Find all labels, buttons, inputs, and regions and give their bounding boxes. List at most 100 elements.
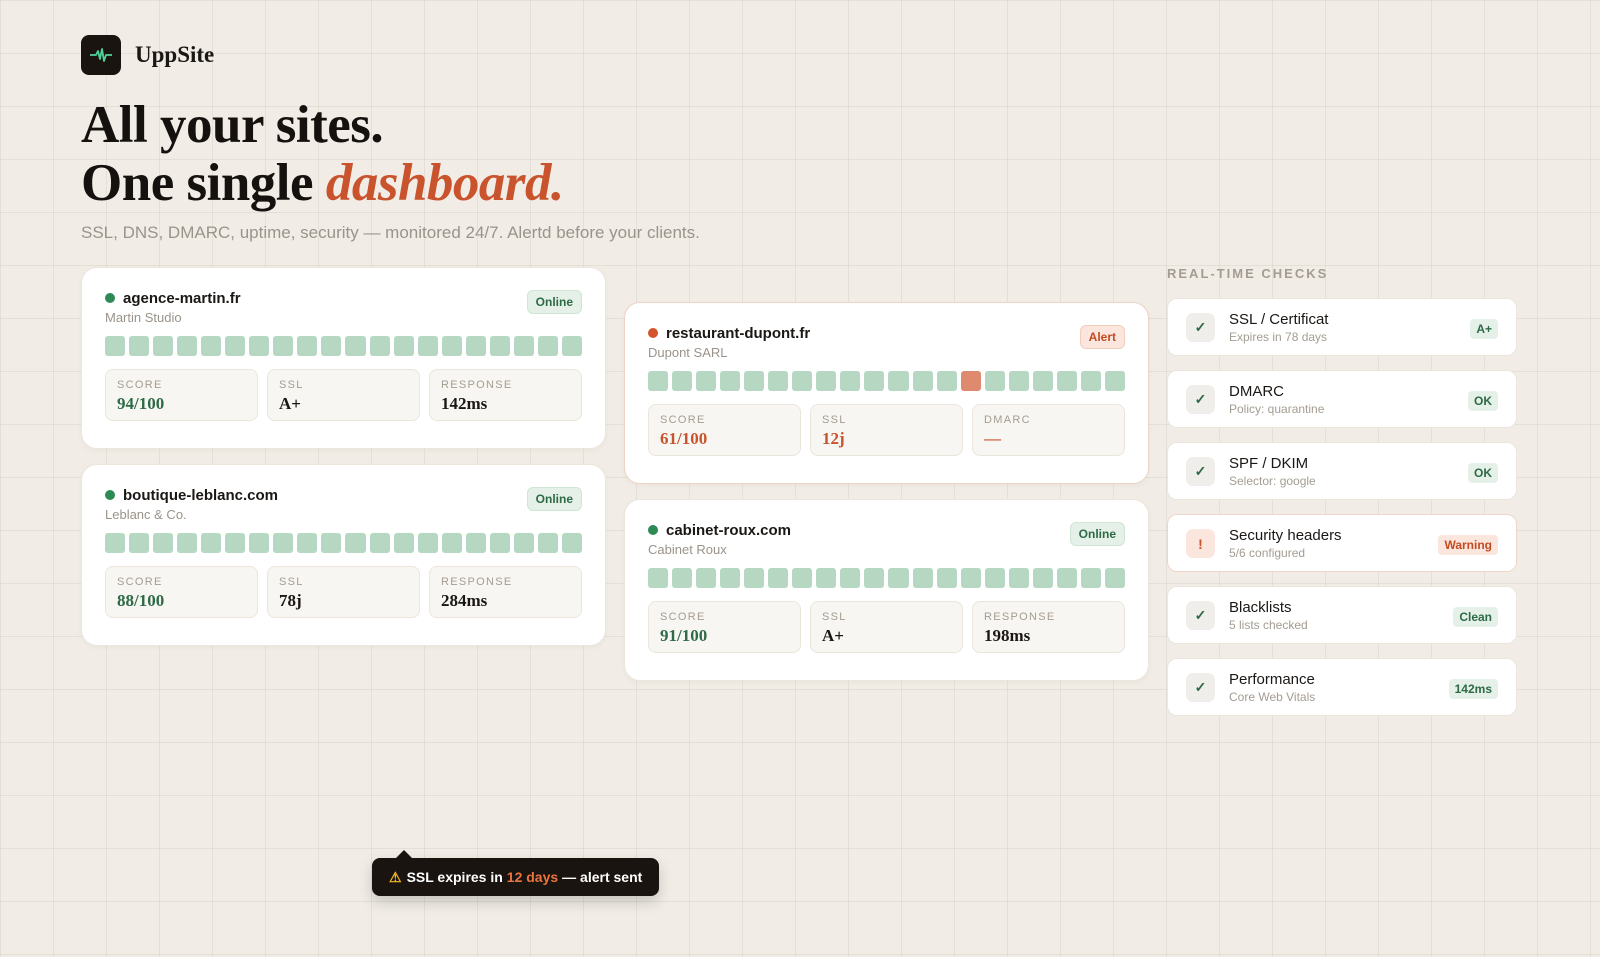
status-dot xyxy=(105,489,115,500)
stat-dmarc: DMARC — xyxy=(972,404,1125,456)
uptime-bar xyxy=(672,371,693,391)
check-row-blacklists[interactable]: ✓ Blacklists 5 lists checked Clean xyxy=(1167,586,1517,644)
check-name: SSL / Certificat xyxy=(1229,311,1329,328)
uptime-bar xyxy=(1032,568,1053,588)
check-icon: ✓ xyxy=(1186,601,1215,630)
uptime-bar xyxy=(912,371,933,391)
uptime-bar xyxy=(888,568,909,588)
uptime-bar xyxy=(393,336,414,356)
site-domain: cabinet-roux.com xyxy=(666,522,792,539)
uptime-bar xyxy=(441,336,462,356)
pulse-icon xyxy=(81,35,121,75)
check-icon: ✓ xyxy=(1186,313,1215,342)
check-badge: Warning xyxy=(1438,535,1498,555)
alert-toast[interactable]: ⚠ SSL expires in 12 days — alert sent xyxy=(372,850,660,896)
stat-score: SCORE 94/100 xyxy=(105,369,258,421)
uptime-bar xyxy=(321,336,342,356)
toast-suffix: — alert sent xyxy=(562,869,643,885)
check-row-security-headers[interactable]: ! Security headers 5/6 configured Warnin… xyxy=(1167,514,1517,572)
uptime-bar xyxy=(537,533,558,553)
uptime-bars xyxy=(648,568,1125,588)
status-dot xyxy=(648,327,658,338)
check-name: DMARC xyxy=(1229,383,1284,400)
site-domain: boutique-leblanc.com xyxy=(123,487,279,504)
uptime-bar xyxy=(1056,371,1077,391)
uptime-bar xyxy=(840,568,861,588)
toast-prefix: SSL expires in xyxy=(406,869,503,885)
check-badge: OK xyxy=(1468,463,1498,483)
check-row-performance[interactable]: ✓ Performance Core Web Vitals 142ms xyxy=(1167,658,1517,716)
uptime-bar xyxy=(984,371,1005,391)
site-company: Cabinet Roux xyxy=(648,542,727,557)
uptime-bar xyxy=(153,336,174,356)
stat-ssl: SSL 12j xyxy=(810,404,963,456)
uptime-bar xyxy=(129,336,150,356)
uptime-bar xyxy=(489,533,510,553)
uptime-bar xyxy=(720,568,741,588)
uptime-bar xyxy=(1104,568,1125,588)
uptime-bar xyxy=(537,336,558,356)
exclamation-icon: ! xyxy=(1186,529,1215,558)
check-sub: Policy: quarantine xyxy=(1229,402,1325,416)
uptime-bar xyxy=(513,336,534,356)
uptime-bar xyxy=(984,568,1005,588)
stat-response: RESPONSE 198ms xyxy=(972,601,1125,653)
stat-response: RESPONSE 284ms xyxy=(429,566,582,618)
uptime-bar xyxy=(321,533,342,553)
uptime-bar xyxy=(1008,371,1029,391)
uptime-bar xyxy=(297,336,318,356)
check-sub: 5/6 configured xyxy=(1229,546,1306,560)
uptime-bar xyxy=(696,371,717,391)
uptime-bar xyxy=(936,371,957,391)
uptime-bar xyxy=(153,533,174,553)
hero-line-1: All your sites. xyxy=(81,96,384,154)
site-card[interactable]: agence-martin.fr Martin Studio Online SC… xyxy=(81,267,606,449)
check-row-ssl[interactable]: ✓ SSL / Certificat Expires in 78 days A+ xyxy=(1167,298,1517,356)
status-dot xyxy=(105,292,115,303)
uptime-bar xyxy=(561,336,582,356)
uptime-bar xyxy=(864,568,885,588)
site-card[interactable]: restaurant-dupont.fr Dupont SARL Alert S… xyxy=(624,302,1149,484)
uptime-bar xyxy=(888,371,909,391)
stat-ssl: SSL A+ xyxy=(267,369,420,421)
hero-accent: dashboard. xyxy=(325,154,564,212)
site-company: Dupont SARL xyxy=(648,345,728,360)
uptime-bar xyxy=(249,533,270,553)
uptime-bar xyxy=(1080,568,1101,588)
check-icon: ✓ xyxy=(1186,673,1215,702)
stat-ssl: SSL 78j xyxy=(267,566,420,618)
uptime-bar xyxy=(561,533,582,553)
stat-ssl: SSL A+ xyxy=(810,601,963,653)
uptime-bar xyxy=(297,533,318,553)
check-badge: Clean xyxy=(1453,607,1498,627)
uptime-bar xyxy=(369,533,390,553)
uptime-bar xyxy=(417,533,438,553)
uptime-bars xyxy=(105,336,582,356)
site-card[interactable]: boutique-leblanc.com Leblanc & Co. Onlin… xyxy=(81,464,606,646)
status-badge: Online xyxy=(526,290,582,314)
stat-score: SCORE 91/100 xyxy=(648,601,801,653)
uptime-bar xyxy=(273,533,294,553)
check-row-spf-dkim[interactable]: ✓ SPF / DKIM Selector: google OK xyxy=(1167,442,1517,500)
uptime-bar xyxy=(489,336,510,356)
uptime-bar xyxy=(345,336,366,356)
check-badge: A+ xyxy=(1470,319,1498,339)
uptime-bar xyxy=(417,336,438,356)
check-row-dmarc[interactable]: ✓ DMARC Policy: quarantine OK xyxy=(1167,370,1517,428)
uptime-bar xyxy=(816,568,837,588)
uptime-bar xyxy=(1008,568,1029,588)
status-badge: Online xyxy=(526,487,582,511)
uptime-bar xyxy=(249,336,270,356)
uptime-bar xyxy=(513,533,534,553)
check-name: Blacklists xyxy=(1229,599,1292,616)
brand: UppSite xyxy=(81,35,214,75)
toast-caret xyxy=(396,850,412,858)
site-card[interactable]: cabinet-roux.com Cabinet Roux Online SCO… xyxy=(624,499,1149,681)
hero-line-2-prefix: One single xyxy=(81,154,326,212)
uptime-bar xyxy=(648,568,669,588)
status-dot xyxy=(648,524,658,535)
hero-line-2: One single dashboard. xyxy=(81,154,564,212)
uptime-bar xyxy=(1080,371,1101,391)
uptime-bar xyxy=(345,533,366,553)
toast-highlight: 12 days xyxy=(506,869,559,885)
